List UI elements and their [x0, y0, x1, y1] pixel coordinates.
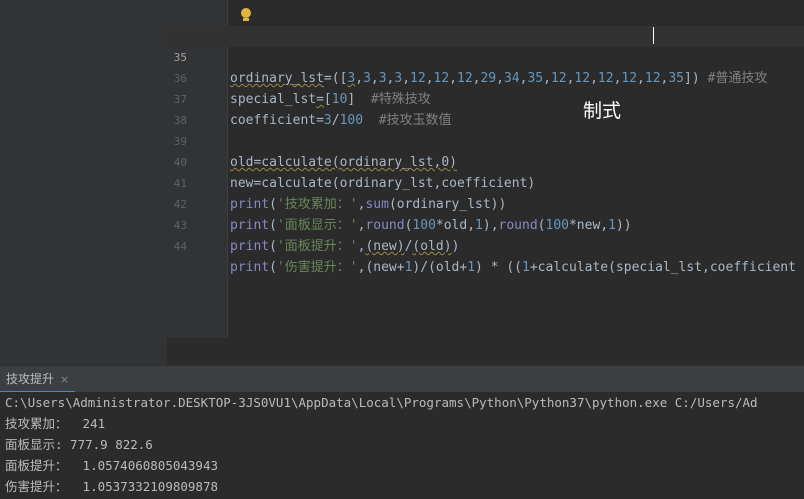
editor-empty-area: [167, 338, 804, 365]
run-tab[interactable]: 技攻提升 ×: [0, 366, 76, 393]
code-line-38[interactable]: 38: [167, 89, 804, 127]
code-line-37[interactable]: 37 coefficient=3/100 #技攻玉数值: [167, 68, 804, 128]
code-line-35[interactable]: 35 ordinary_lst=([3,3,3,3,12,12,12,29,34…: [167, 26, 804, 86]
console-line: 技攻累加： 241: [5, 416, 106, 431]
code-line-36[interactable]: 36 special_lst=[10] #特殊技攻: [167, 47, 804, 107]
console-line: C:\Users\Administrator.DESKTOP-3JS0VU1\A…: [5, 395, 758, 410]
string-literal: '面板提升：': [276, 239, 358, 254]
code-line-39[interactable]: 39 old=calculate(ordinary_lst,0): [167, 110, 804, 170]
code-line-40[interactable]: 40 new=calculate(ordinary_lst,coefficien…: [167, 131, 804, 191]
code-line-42[interactable]: 42 print('面板显示：',round(100*old,1),round(…: [167, 173, 804, 233]
text-caret: [653, 27, 654, 44]
console-line: 面板显示: 777.9 822.6: [5, 437, 153, 452]
run-tab-label: 技攻提升: [6, 372, 55, 386]
code-line-34[interactable]: 34: [167, 5, 804, 43]
overlay-label: 制式: [583, 100, 622, 122]
code-line-41[interactable]: 41 print('技攻累加：',sum(ordinary_lst)): [167, 152, 804, 212]
run-panel-header: 技攻提升 ×: [0, 365, 804, 393]
lightbulb-icon[interactable]: [240, 8, 252, 24]
console-line: 伤害提升： 1.0537332109809878: [5, 479, 219, 494]
close-icon[interactable]: ×: [60, 373, 69, 386]
code-line-44[interactable]: 44 print('伤害提升：',(new+1)/(old+1) * ((1+c…: [167, 215, 804, 275]
run-console[interactable]: C:\Users\Administrator.DESKTOP-3JS0VU1\A…: [0, 392, 804, 499]
line-number: 44: [173, 240, 187, 253]
code-line-43[interactable]: 43 print('面板提升：',(new)/(old)): [167, 194, 804, 254]
project-panel-strip: [0, 0, 167, 365]
string-literal: '伤害提升：': [276, 260, 358, 275]
console-line: 面板提升： 1.0574060805043943: [5, 458, 219, 473]
